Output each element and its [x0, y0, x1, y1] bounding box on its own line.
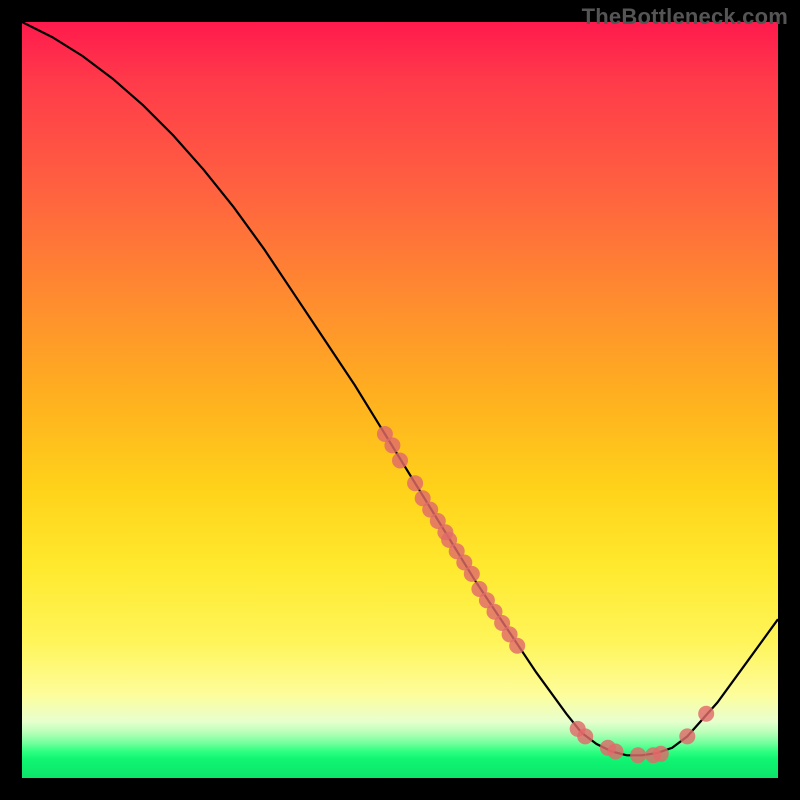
data-point [608, 744, 624, 760]
data-point [384, 437, 400, 453]
data-point [679, 728, 695, 744]
data-point [698, 706, 714, 722]
chart-frame: TheBottleneck.com [0, 0, 800, 800]
data-point [407, 475, 423, 491]
data-point [464, 566, 480, 582]
data-point [577, 728, 593, 744]
data-point [653, 746, 669, 762]
data-point [630, 747, 646, 763]
data-point [392, 453, 408, 469]
chart-svg [22, 22, 778, 778]
data-points-group [377, 426, 714, 763]
plot-area [22, 22, 778, 778]
watermark-text: TheBottleneck.com [582, 4, 788, 30]
data-point [509, 638, 525, 654]
bottleneck-curve [22, 22, 778, 755]
